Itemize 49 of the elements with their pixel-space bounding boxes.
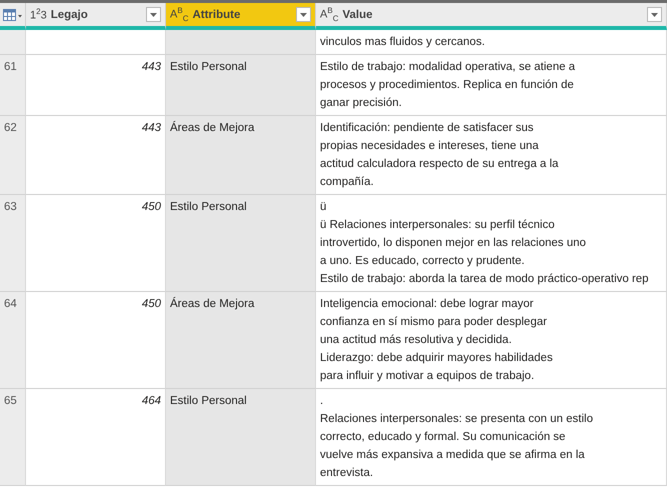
cell-text-line: confianza en sí mismo para poder desplegar bbox=[320, 315, 548, 330]
cell-text-line: ü bbox=[320, 200, 328, 215]
cell-text-line: actitud calculadora respecto de su entrega a la bbox=[320, 157, 560, 172]
cell-text-line: vuelve más expansiva a medida que se afirma en la bbox=[320, 448, 586, 463]
cell-text-line: a uno. Es educado, correcto y prudente. bbox=[320, 254, 526, 269]
attribute-cell: Estilo Personal bbox=[166, 55, 316, 116]
cell-text-line: Estilo de trabajo: modalidad operativa, se atiene a bbox=[320, 60, 576, 75]
attribute-cell: Estilo Personal bbox=[166, 195, 316, 292]
column-title: Legajo bbox=[50, 8, 89, 20]
filter-button[interactable] bbox=[647, 7, 662, 22]
attribute-cell: Estilo Personal bbox=[166, 389, 316, 486]
caret-icon bbox=[651, 12, 658, 16]
cell-text-line: ü Relaciones interpersonales: su perfil técnico bbox=[320, 218, 556, 233]
cell-text-line: vinculos mas fluidos y cercanos. bbox=[320, 35, 486, 50]
type-label: 1$^{2}$3 bbox=[30, 7, 47, 22]
table-menu-button[interactable] bbox=[0, 3, 26, 30]
row-number-cell bbox=[0, 30, 26, 55]
cell-text-line: para influir y motivar a equipos de trabajo. bbox=[320, 369, 536, 384]
column-header[interactable]: A$^{B}$$_{C}$ Value bbox=[316, 3, 667, 30]
cell-text-line: procesos y procedimientos. Replica en función de bbox=[320, 78, 575, 93]
row-number: 63 bbox=[0, 195, 26, 292]
cell-text-line: ganar precisión. bbox=[320, 96, 403, 111]
cell-text-line: una actitud más resolutiva y decidida. bbox=[320, 333, 513, 348]
cell-text-line: . bbox=[320, 394, 324, 409]
column-header[interactable]: A$^{B}$$_{C}$ Attribute bbox=[166, 3, 316, 30]
row-number: 61 bbox=[0, 55, 26, 116]
column-title: Value bbox=[342, 8, 374, 20]
attribute-cell: Áreas de Mejora bbox=[166, 292, 316, 389]
table-icon bbox=[2, 8, 22, 20]
caret-icon bbox=[300, 12, 307, 16]
cell-text-line: compañía. bbox=[320, 175, 375, 190]
cell-text-line: correcto, educado y formal. Su comunicación se bbox=[320, 430, 566, 445]
column-title: Attribute bbox=[192, 8, 242, 20]
cell-text-line: introvertido, lo disponen mejor en las relaciones uno bbox=[320, 236, 587, 251]
cell-text-line: entrevista. bbox=[320, 466, 374, 481]
cell-text-line: Identificación: pendiente de satisfacer sus bbox=[320, 121, 535, 136]
filter-button[interactable] bbox=[296, 7, 311, 22]
column-header[interactable]: 1$^{2}$3 Legajo bbox=[26, 3, 166, 30]
filter-button[interactable] bbox=[146, 7, 161, 22]
attribute-cell: Áreas de Mejora bbox=[166, 116, 316, 195]
row-number: 62 bbox=[0, 116, 26, 195]
caret-icon bbox=[150, 12, 157, 16]
cell-text-line: Estilo de trabajo: aborda la tarea de modo práctico-operativo rep bbox=[320, 272, 650, 287]
cell-text-line: propias necesidades e intereses, tiene una bbox=[320, 139, 540, 154]
cell-text-line: Liderazgo: debe adquirir mayores habilidades bbox=[320, 351, 554, 366]
cell-text-line: Inteligencia emocional: debe lograr mayor bbox=[320, 297, 535, 312]
cell-text-line: Relaciones interpersonales: se presenta con un estilo bbox=[320, 412, 594, 427]
row-number: 64 bbox=[0, 292, 26, 389]
row-number: 65 bbox=[0, 389, 26, 486]
